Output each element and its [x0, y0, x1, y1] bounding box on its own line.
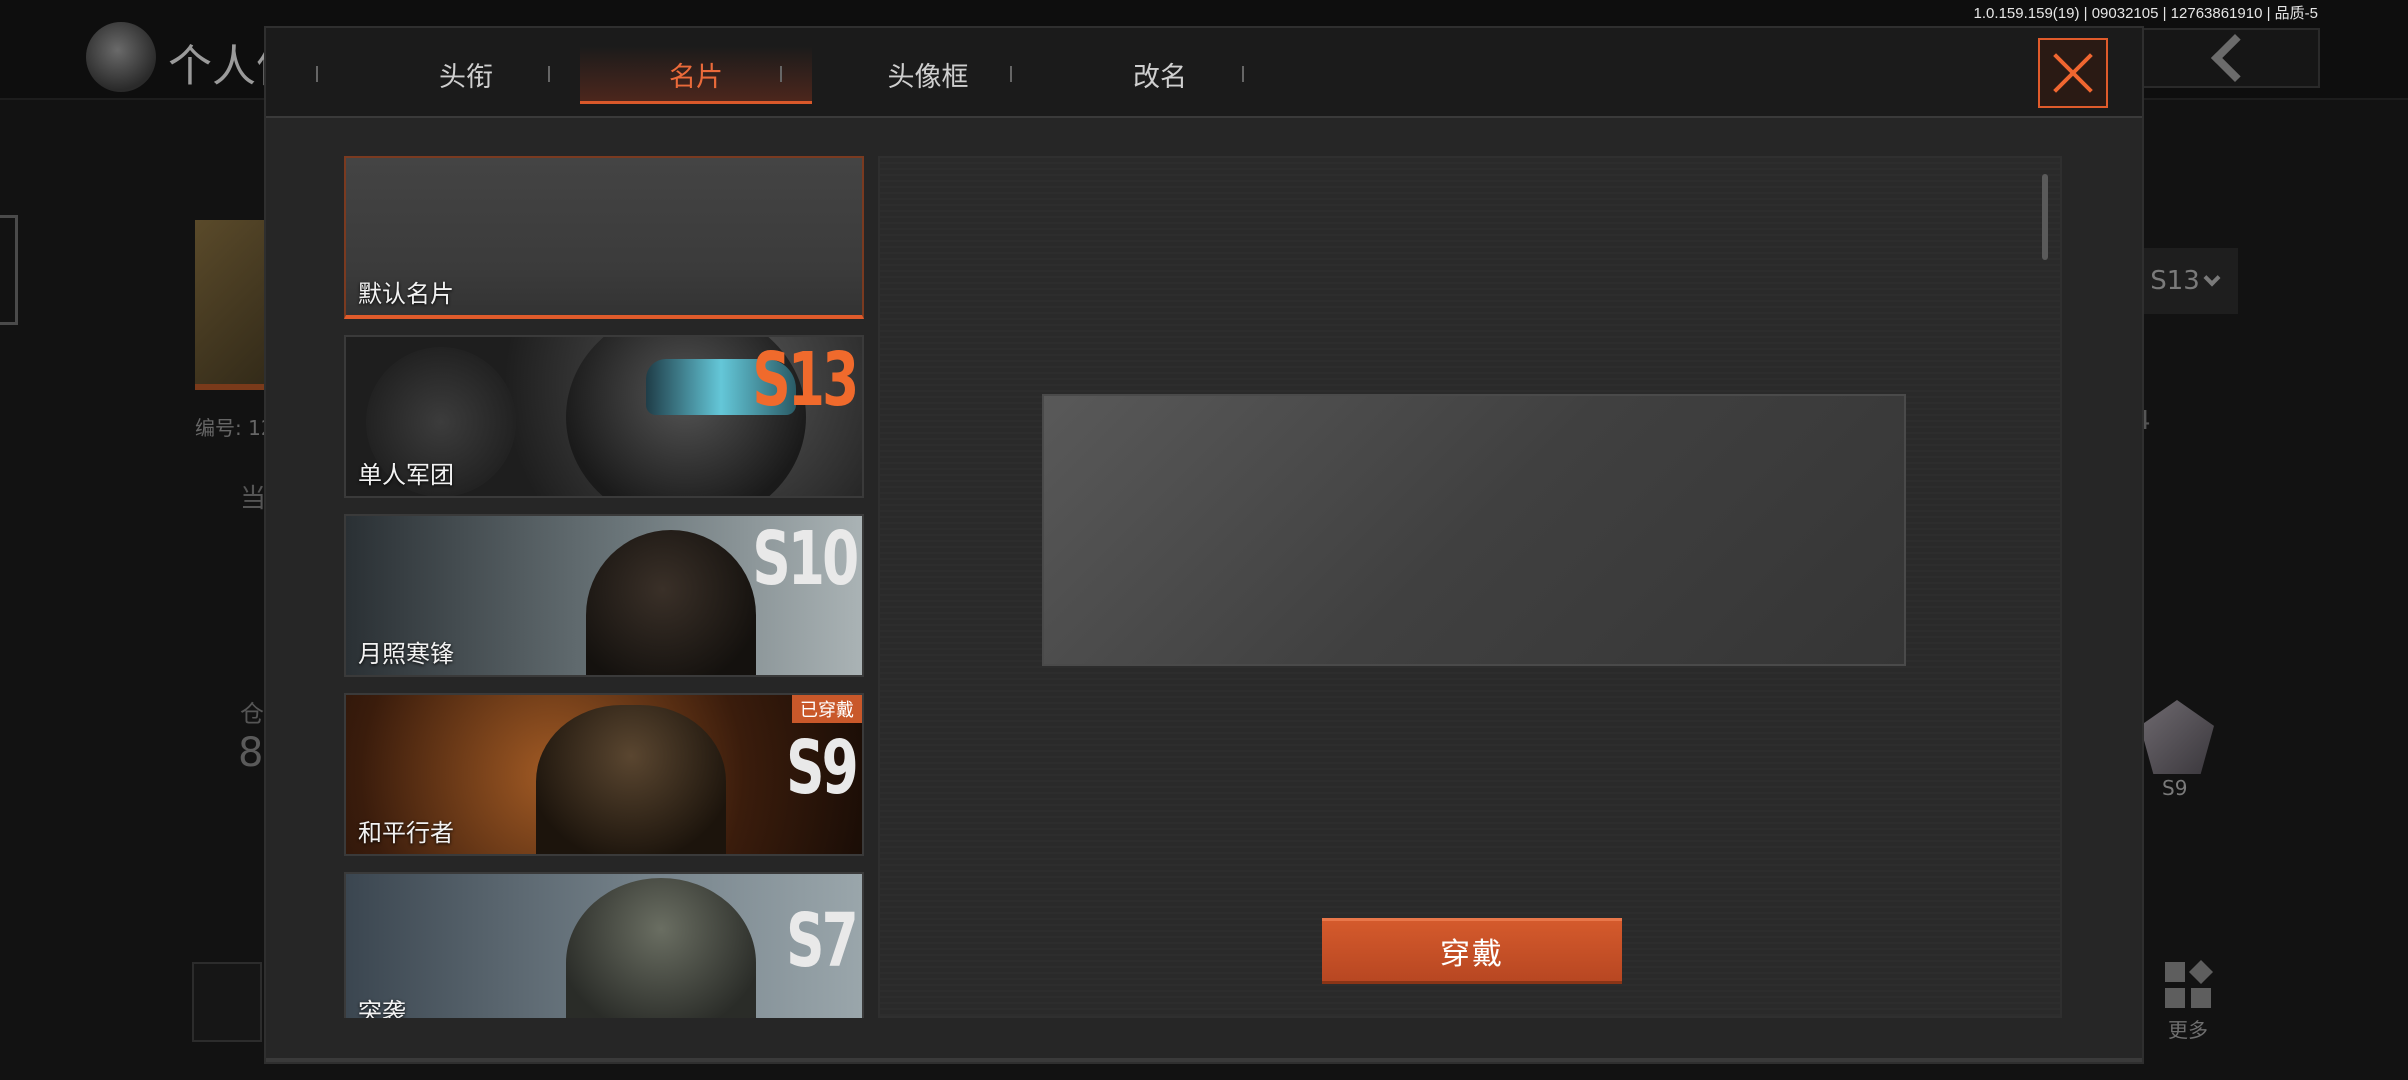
name-card-s7[interactable]: S7 突袭: [344, 872, 864, 1018]
chevron-left-icon: [2210, 33, 2260, 83]
name-card-s13[interactable]: S13 单人军团: [344, 335, 864, 498]
card-name: 默认名片: [358, 280, 454, 308]
card-name: 和平行者: [358, 819, 454, 847]
tab-separator: [1242, 66, 1244, 82]
card-name: 突袭: [358, 998, 406, 1018]
name-card-default[interactable]: 默认名片: [344, 156, 864, 319]
tab-separator: [780, 66, 782, 82]
back-button[interactable]: [2130, 28, 2320, 88]
profile-customize-modal: 头衔 名片 头像框 改名 默认名片 S13 单人军团 S10 月照寒锋 S9 已…: [264, 26, 2144, 1064]
card-name: 月照寒锋: [358, 640, 454, 668]
name-card-s10[interactable]: S10 月照寒锋: [344, 514, 864, 677]
preview-scrollbar[interactable]: [2042, 174, 2048, 260]
name-card-preview-panel: 穿戴: [878, 156, 2062, 1018]
background-label-a: 当: [240, 484, 267, 514]
card-artwork: [346, 874, 862, 1018]
chevron-down-icon: [2203, 269, 2221, 287]
more-button[interactable]: 更多: [2160, 959, 2216, 1043]
tab-separator: [316, 66, 318, 82]
season-badge-label: S9: [2162, 776, 2188, 800]
tab-separator: [548, 66, 550, 82]
close-button[interactable]: [2038, 38, 2108, 108]
name-card-s9[interactable]: S9 已穿戴 和平行者: [344, 693, 864, 856]
tab-separator: [1010, 66, 1012, 82]
close-icon: [2051, 51, 2095, 95]
equipped-badge: 已穿戴: [792, 695, 862, 723]
season-dropdown-value: S13: [2150, 266, 2200, 296]
side-tab-icon[interactable]: [0, 215, 18, 325]
player-id-label: 编号: 12: [195, 416, 274, 440]
tab-name-card[interactable]: 名片: [580, 46, 812, 104]
modal-bottom-border: [266, 1058, 2142, 1062]
modal-tab-bar: 头衔 名片 头像框 改名: [266, 28, 2142, 118]
player-emblem-icon: [86, 22, 156, 92]
more-grid-icon: [2165, 959, 2214, 1008]
card-season-label: S13: [752, 337, 859, 423]
wear-button[interactable]: 穿戴: [1322, 918, 1622, 984]
name-card-list[interactable]: 默认名片 S13 单人军团 S10 月照寒锋 S9 已穿戴 和平行者 S7 突袭: [344, 156, 868, 1018]
background-stat-value: 8: [238, 730, 264, 776]
card-name: 单人军团: [358, 461, 454, 489]
card-season-label: S9: [786, 725, 859, 811]
season-dropdown[interactable]: S13: [2130, 248, 2238, 314]
season-badge-icon: [2140, 700, 2214, 774]
background-label-b: 仓: [240, 700, 264, 728]
bottom-left-button[interactable]: [192, 962, 262, 1042]
build-info: 1.0.159.159(19) | 09032105 | 12763861910…: [1973, 5, 2318, 22]
more-label: 更多: [2168, 1018, 2208, 1042]
name-card-preview: [1042, 394, 1906, 666]
card-season-label: S7: [786, 898, 859, 984]
card-season-label: S10: [752, 516, 859, 602]
